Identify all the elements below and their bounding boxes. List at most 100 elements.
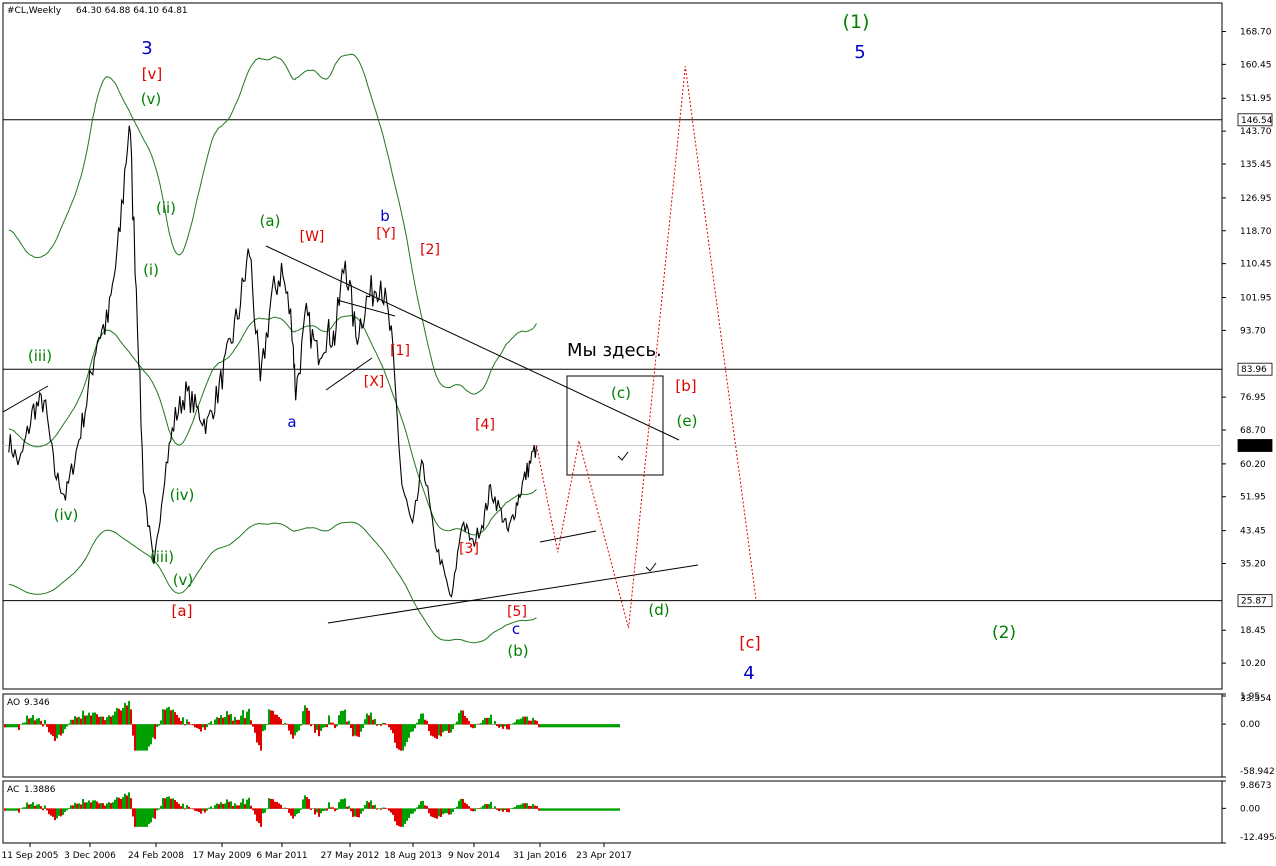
histogram-bar bbox=[552, 724, 554, 728]
histogram-bar bbox=[602, 808, 604, 811]
histogram-bar bbox=[382, 722, 384, 725]
histogram-bar bbox=[470, 808, 472, 811]
histogram-bar bbox=[164, 798, 166, 809]
histogram-bar bbox=[470, 724, 472, 728]
histogram-bar bbox=[300, 808, 302, 810]
histogram-bar bbox=[356, 808, 358, 818]
histogram-bar bbox=[308, 799, 310, 809]
histogram-bar bbox=[448, 724, 450, 733]
histogram-bar bbox=[542, 724, 544, 728]
histogram-bar bbox=[618, 724, 620, 728]
histogram-bar bbox=[252, 808, 254, 811]
histogram-bar bbox=[588, 808, 590, 811]
price-chart[interactable]: #CL,Weekly 64.30 64.88 64.10 64.81 168.7… bbox=[0, 0, 1276, 866]
wave-label: (v) bbox=[173, 571, 194, 589]
histogram-bar bbox=[100, 803, 102, 809]
histogram-bar bbox=[210, 721, 212, 725]
histogram-bar bbox=[386, 808, 388, 809]
histogram-bar bbox=[44, 805, 46, 809]
histogram-bar bbox=[192, 724, 194, 726]
histogram-bar bbox=[520, 718, 522, 725]
histogram-bar bbox=[482, 805, 484, 809]
wave-label: [2] bbox=[420, 242, 440, 258]
histogram-bar bbox=[142, 724, 144, 751]
histogram-bar bbox=[570, 808, 572, 811]
wave-label: (i) bbox=[143, 261, 159, 279]
histogram-bar bbox=[290, 724, 292, 735]
histogram-bar bbox=[484, 804, 486, 809]
histogram-bar bbox=[118, 708, 120, 725]
histogram-bar bbox=[190, 723, 192, 725]
histogram-bar bbox=[406, 808, 408, 821]
histogram-bar bbox=[516, 805, 518, 809]
wave-label: (b) bbox=[507, 642, 528, 660]
histogram-bar bbox=[564, 724, 566, 728]
ohlc-readout: 64.30 64.88 64.10 64.81 bbox=[76, 6, 188, 16]
histogram-bar bbox=[580, 808, 582, 811]
histogram-bar bbox=[354, 724, 356, 736]
histogram-bar bbox=[534, 720, 536, 725]
histogram-bar bbox=[160, 805, 162, 809]
histogram-bar bbox=[180, 720, 182, 725]
histogram-bar bbox=[280, 804, 282, 809]
histogram-bar bbox=[108, 802, 110, 809]
histogram-bar bbox=[466, 718, 468, 725]
histogram-bar bbox=[424, 805, 426, 809]
histogram-bar bbox=[308, 710, 310, 725]
histogram-bar bbox=[110, 803, 112, 809]
histogram-bar bbox=[450, 808, 452, 815]
wave-label: (iv) bbox=[170, 486, 195, 504]
histogram-bar bbox=[128, 700, 130, 725]
histogram-bar bbox=[152, 808, 154, 818]
histogram-bar bbox=[92, 800, 94, 809]
histogram-bar bbox=[90, 715, 92, 725]
check-mark bbox=[645, 562, 657, 572]
histogram-bar bbox=[346, 721, 348, 725]
histogram-bar bbox=[312, 724, 314, 725]
histogram-bar bbox=[30, 804, 32, 809]
histogram-bar bbox=[184, 724, 186, 726]
histogram-bar bbox=[160, 720, 162, 725]
histogram-bar bbox=[410, 724, 412, 732]
histogram-bar bbox=[572, 724, 574, 728]
histogram-bar bbox=[8, 724, 10, 728]
histogram-bar bbox=[528, 805, 530, 809]
histogram-bar bbox=[238, 805, 240, 809]
wave-label: [5] bbox=[507, 604, 527, 620]
histogram-bar bbox=[36, 718, 38, 725]
histogram-bar bbox=[52, 724, 54, 737]
histogram-bar bbox=[16, 808, 18, 811]
histogram-bar bbox=[50, 808, 52, 816]
histogram-bar bbox=[94, 712, 96, 725]
wave-label: c bbox=[512, 620, 520, 638]
histogram-bar bbox=[304, 705, 306, 725]
histogram-bar bbox=[166, 797, 168, 809]
histogram-bar bbox=[36, 804, 38, 809]
histogram-bar bbox=[376, 724, 378, 726]
histogram-bar bbox=[38, 804, 40, 809]
histogram-bar bbox=[396, 724, 398, 749]
histogram-bar bbox=[582, 808, 584, 811]
histogram-bar bbox=[568, 724, 570, 728]
histogram-bar bbox=[82, 799, 84, 809]
histogram-bar bbox=[12, 724, 14, 728]
histogram-bar bbox=[522, 803, 524, 809]
wave-label: (ii) bbox=[156, 199, 176, 217]
histogram-bar bbox=[14, 808, 16, 811]
indicator-tick-label: -12.4954 bbox=[1240, 833, 1276, 843]
histogram-bar bbox=[212, 724, 214, 725]
histogram-bar bbox=[26, 715, 28, 725]
ao-histogram bbox=[4, 700, 620, 751]
histogram-bar bbox=[310, 724, 312, 727]
histogram-bar bbox=[352, 808, 354, 817]
histogram-bar bbox=[514, 807, 516, 809]
histogram-bar bbox=[266, 724, 268, 725]
histogram-bar bbox=[570, 724, 572, 728]
histogram-bar bbox=[60, 808, 62, 817]
histogram-bar bbox=[50, 724, 52, 735]
histogram-bar bbox=[170, 798, 172, 809]
histogram-bar bbox=[138, 808, 140, 827]
histogram-bar bbox=[130, 798, 132, 809]
histogram-bar bbox=[276, 801, 278, 809]
histogram-bar bbox=[420, 801, 422, 809]
